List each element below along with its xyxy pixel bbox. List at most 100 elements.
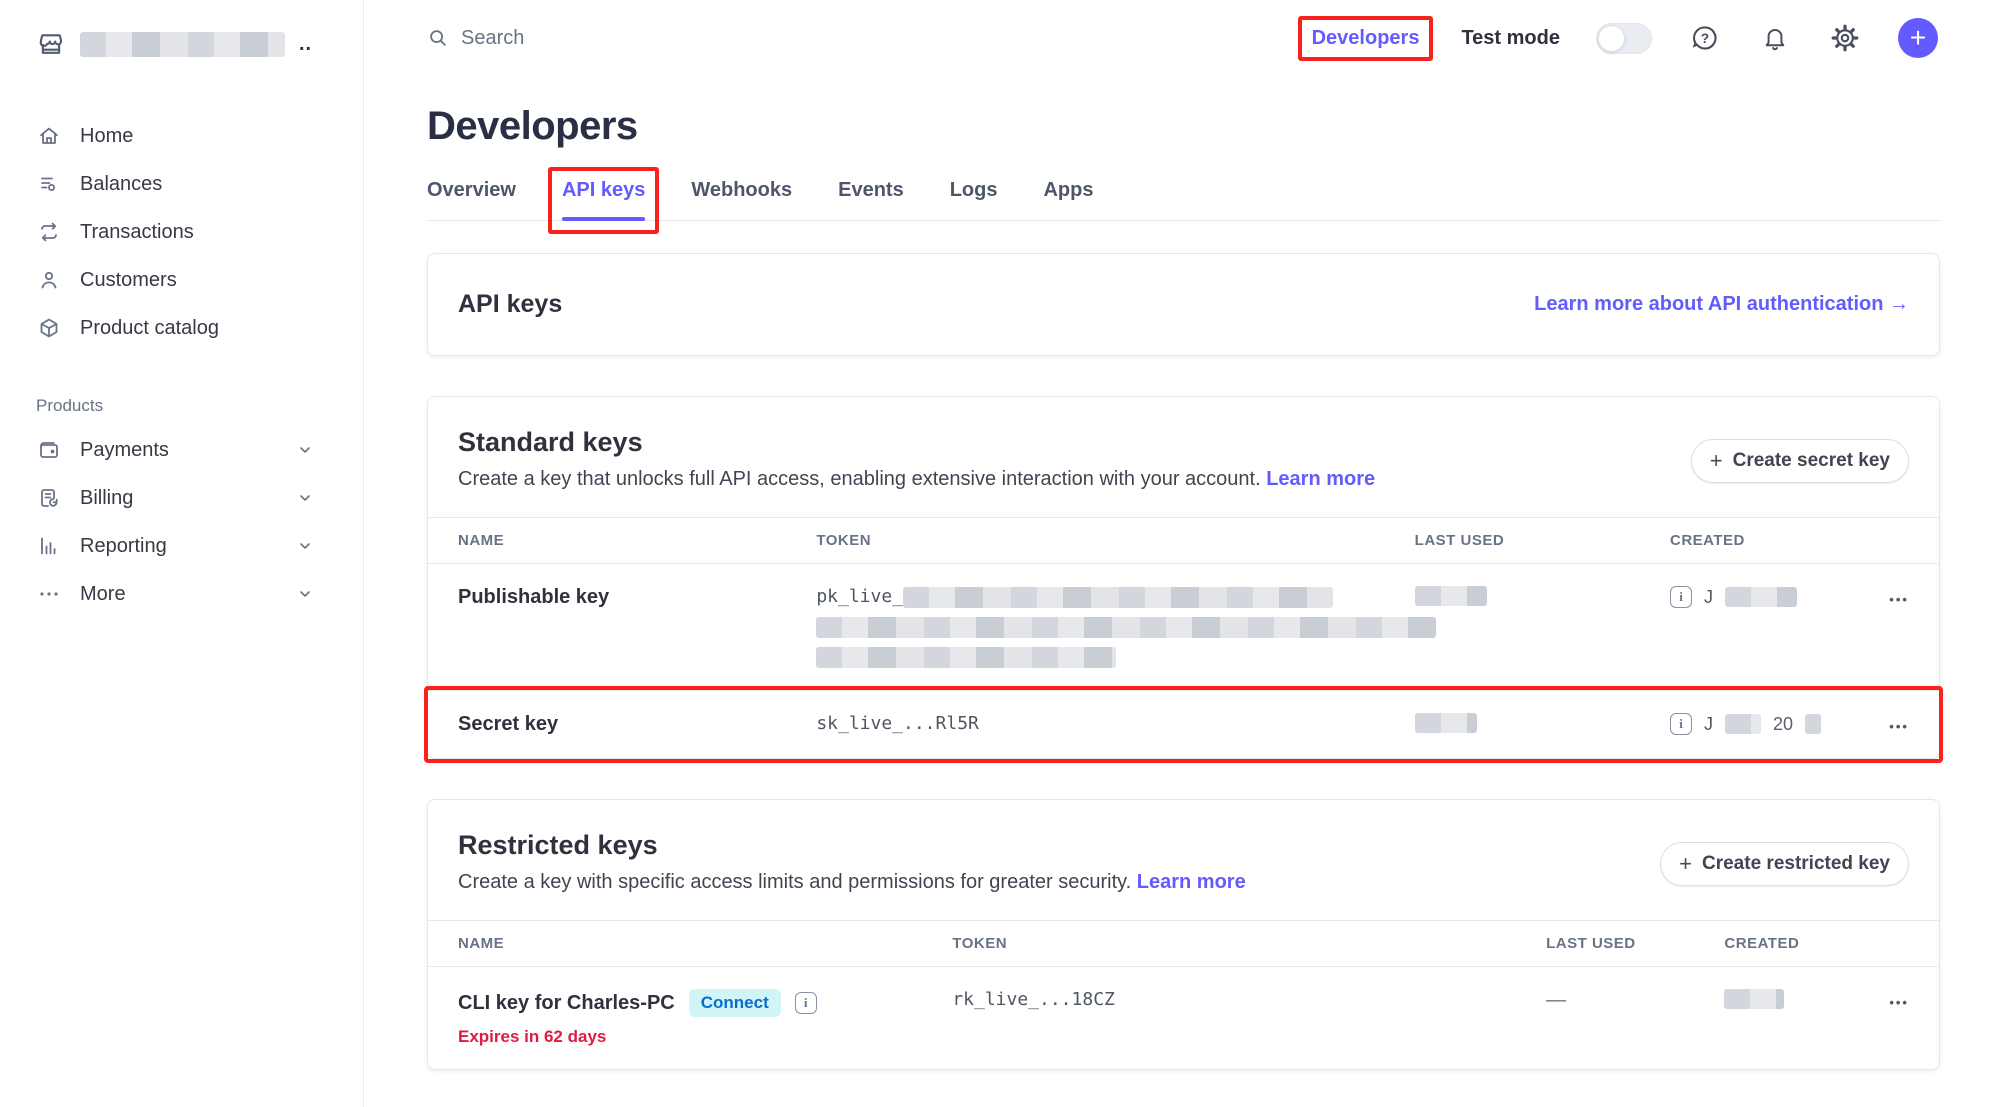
standard-keys-title: Standard keys [458,427,1375,458]
key-name: Secret key [428,691,816,758]
app-window: .. Home Balances [0,0,2000,1107]
tab-webhooks[interactable]: Webhooks [691,179,792,220]
sidebar-item-product-catalog[interactable]: Product catalog [36,304,363,352]
arrow-right-icon: → [1889,293,1909,315]
restricted-keys-card: Restricted keys Create a key with specif… [427,799,1940,1070]
customers-icon [36,267,62,293]
learn-more-api-auth-link[interactable]: Learn more about API authentication → [1534,293,1909,316]
sidebar-section-products: Products [36,396,363,416]
create-plus-button[interactable]: + [1898,18,1938,58]
sidebar-item-payments[interactable]: Payments [36,426,363,474]
api-keys-header-card: API keys Learn more about API authentica… [427,253,1940,356]
developers-link[interactable]: Developers [1306,19,1426,58]
svg-text:?: ? [1701,31,1709,46]
help-icon[interactable]: ? [1688,21,1722,55]
page-content: Developers Overview API keys Webhooks Ev… [364,76,2000,1070]
info-icon[interactable]: i [1670,586,1692,608]
sidebar-item-transactions[interactable]: Transactions [36,208,363,256]
sidebar-products-nav: Payments Billing [36,426,363,618]
page-title: Developers [427,104,1940,149]
created-redacted [1725,587,1797,607]
key-token[interactable]: rk_live_...18CZ [952,967,1546,1069]
tab-overview[interactable]: Overview [427,179,516,220]
create-secret-key-button[interactable]: + Create secret key [1691,439,1909,483]
standard-keys-learn-more-link[interactable]: Learn more [1266,468,1375,490]
last-used-redacted [1415,586,1487,606]
invoice-icon [36,485,62,511]
key-created [1724,967,1875,1069]
sidebar-item-home[interactable]: Home [36,112,363,160]
restricted-keys-learn-more-link[interactable]: Learn more [1137,871,1246,893]
column-header-token: TOKEN [816,532,1414,549]
topbar-actions: Developers Test mode ? [1306,18,1938,58]
settings-gear-icon[interactable] [1828,21,1862,55]
standard-keys-table: NAME TOKEN LAST USED CREATED Publishable… [428,517,1939,758]
sidebar-item-label: Payments [80,439,169,462]
chevron-down-icon [297,538,313,554]
key-created: i J 20 [1670,691,1866,758]
overflow-menu-icon[interactable]: ••• [1889,995,1909,1010]
standard-keys-table-header: NAME TOKEN LAST USED CREATED [428,517,1939,564]
overflow-menu-icon[interactable]: ••• [1889,592,1909,607]
api-keys-card-title: API keys [458,290,562,319]
account-name-redacted [80,32,285,57]
column-header-last-used: LAST USED [1546,935,1724,952]
token-redacted [816,647,1116,668]
sidebar-item-label: Balances [80,173,162,196]
active-tab-underline [562,217,645,221]
wallet-icon [36,437,62,463]
sidebar-item-reporting[interactable]: Reporting [36,522,363,570]
column-header-created: CREATED [1670,532,1866,549]
storefront-icon [36,29,66,59]
row-actions: ••• [1866,691,1939,758]
more-dots-icon [36,581,62,607]
row-actions: ••• [1866,564,1939,690]
column-header-last-used: LAST USED [1415,532,1670,549]
sidebar-nav: Home Balances Transactions [36,112,363,352]
restricted-keys-title: Restricted keys [458,830,1246,861]
sidebar-item-label: More [80,583,126,606]
sidebar-item-label: Customers [80,269,177,292]
created-redacted [1805,714,1821,734]
sidebar-item-label: Transactions [80,221,194,244]
info-icon[interactable]: i [1670,713,1692,735]
row-actions: ••• [1876,967,1939,1069]
search-placeholder: Search [461,27,524,50]
column-header-name: NAME [428,532,816,549]
expires-note: Expires in 62 days [458,1027,952,1047]
connect-badge: Connect [689,989,781,1017]
info-icon[interactable]: i [795,992,817,1014]
sidebar-item-balances[interactable]: Balances [36,160,363,208]
sidebar-item-customers[interactable]: Customers [36,256,363,304]
chevron-down-icon [297,490,313,506]
search-input[interactable]: Search [427,27,524,50]
sidebar-item-label: Home [80,125,133,148]
create-restricted-key-button[interactable]: + Create restricted key [1660,842,1909,886]
notifications-bell-icon[interactable] [1758,21,1792,55]
chevron-down-icon [297,442,313,458]
token-redacted [816,617,1436,638]
sidebar-item-more[interactable]: More [36,570,363,618]
chevron-down-icon [297,586,313,602]
tab-api-keys[interactable]: API keys [562,179,645,220]
key-token[interactable]: sk_live_...Rl5R [816,691,1414,758]
last-used-redacted [1415,713,1477,733]
account-switcher[interactable]: .. [36,24,363,64]
tab-bar: Overview API keys Webhooks Events Logs A… [427,179,1940,221]
search-icon [427,27,449,49]
key-token[interactable]: pk_live_ [816,564,1414,690]
key-name: CLI key for Charles-PC [458,992,675,1015]
sidebar-item-billing[interactable]: Billing [36,474,363,522]
created-redacted [1724,989,1784,1009]
test-mode-toggle[interactable] [1596,23,1652,54]
tab-logs[interactable]: Logs [950,179,998,220]
overflow-menu-icon[interactable]: ••• [1889,719,1909,734]
table-row-cli-key: CLI key for Charles-PC Connect i Expires… [428,967,1939,1069]
token-redacted [903,587,1333,608]
tab-apps[interactable]: Apps [1043,179,1093,220]
topbar: Search Developers Test mode ? [364,0,2000,76]
sidebar-item-label: Product catalog [80,317,219,340]
key-created: i J [1670,564,1866,690]
standard-keys-description: Create a key that unlocks full API acces… [458,468,1375,491]
tab-events[interactable]: Events [838,179,904,220]
